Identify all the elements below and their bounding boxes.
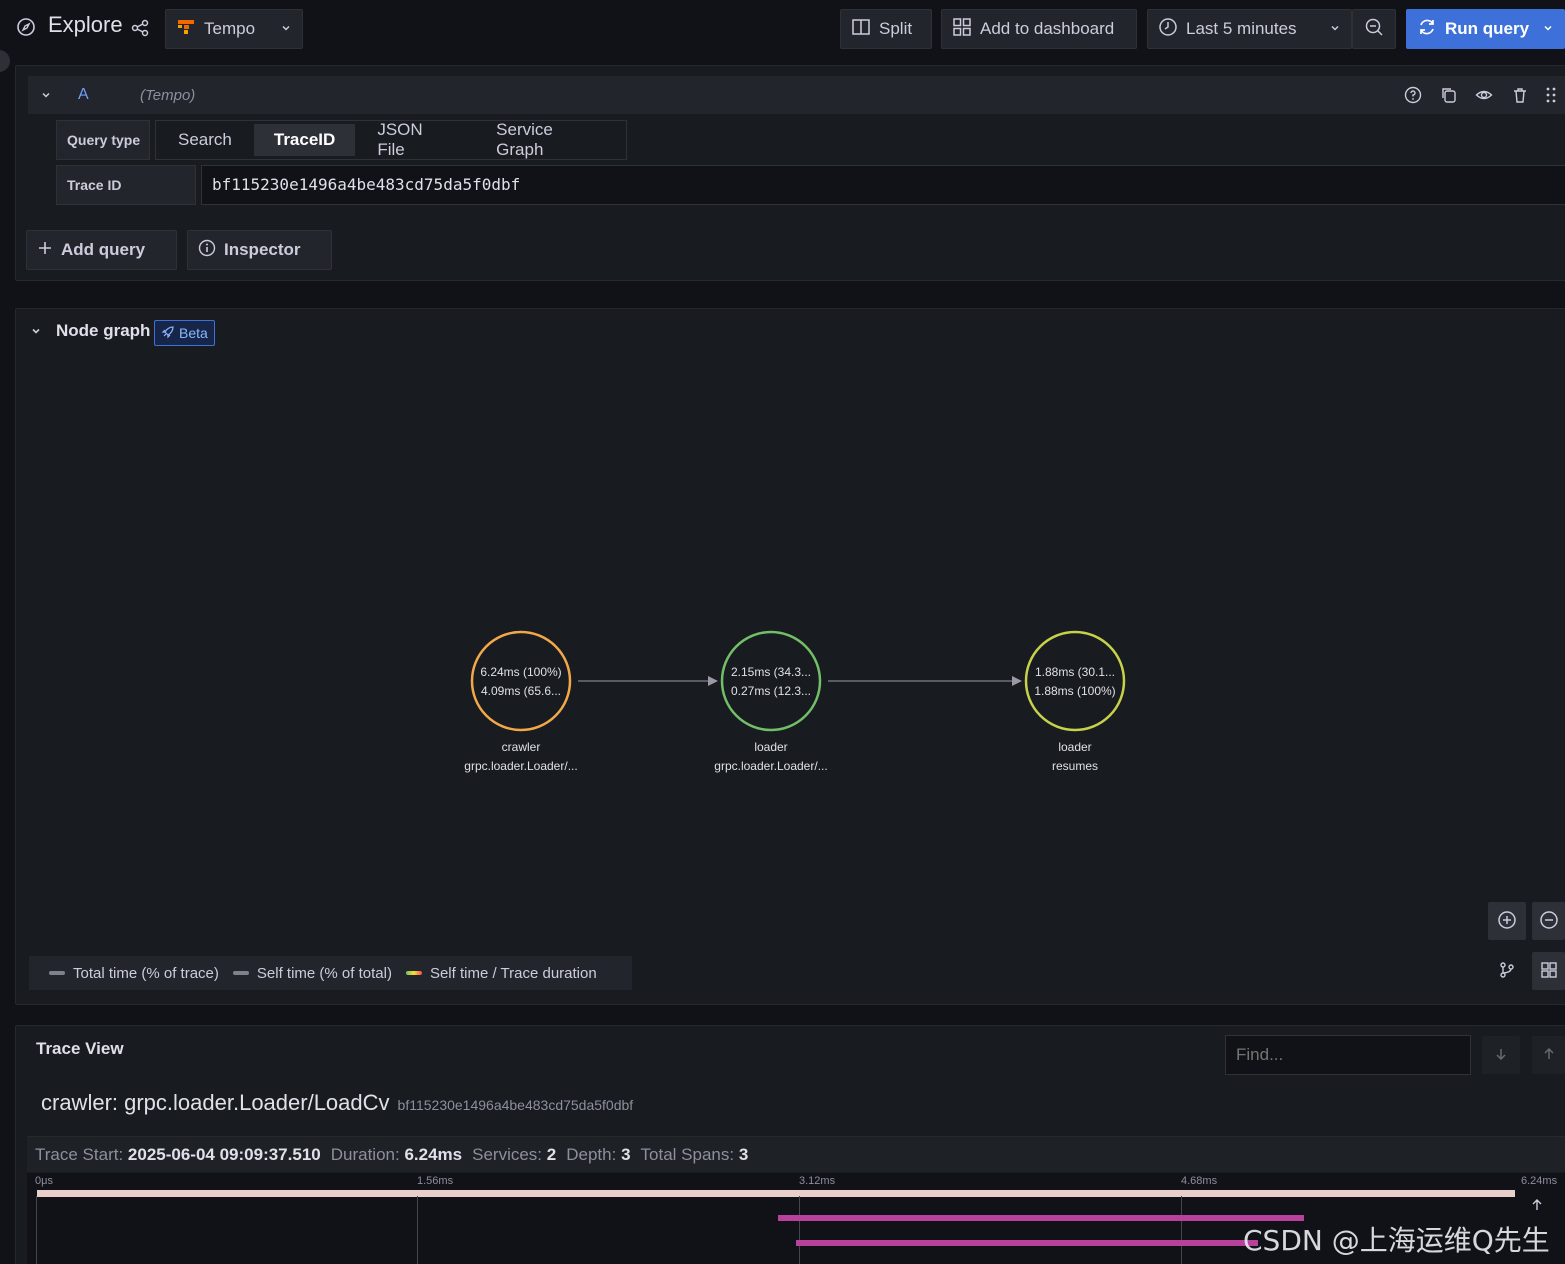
watermark: CSDN @上海运维Q先生 xyxy=(1243,1224,1550,1257)
legend-label: Total time (% of trace) xyxy=(73,964,219,982)
grid-icon xyxy=(1540,961,1558,982)
arrow-up-icon xyxy=(1542,1047,1556,1064)
legend-item-self-time-trace[interactable]: Self time / Trace duration xyxy=(405,964,597,982)
tick-label: 3.12ms xyxy=(799,1175,836,1187)
span-bar-root[interactable] xyxy=(37,1190,1515,1197)
code-branch-icon xyxy=(1498,961,1516,982)
layout-graph-button[interactable] xyxy=(1488,952,1526,990)
span-bar-resumes[interactable] xyxy=(796,1240,1258,1246)
tick-label: 6.24ms xyxy=(1521,1175,1558,1187)
tick-label: 0μs xyxy=(35,1175,53,1187)
zoom-in-button[interactable] xyxy=(1488,902,1526,940)
legend-label: Self time (% of total) xyxy=(256,964,392,982)
node-graph-legend: Total time (% of trace) Self time (% of … xyxy=(29,956,632,990)
zoom-out-button[interactable] xyxy=(1532,902,1565,940)
tick-label: 4.68ms xyxy=(1181,1175,1218,1187)
timeline-gridline xyxy=(1181,1196,1182,1264)
legend-label: Self time / Trace duration xyxy=(429,964,597,982)
arrow-up-icon[interactable] xyxy=(1530,1198,1544,1215)
node-subtitle: grpc.loader.Loader/... xyxy=(714,759,827,773)
node-total-time: 2.15ms (34.3... xyxy=(731,665,811,679)
trace-header: crawler: grpc.loader.Loader/LoadCv bf115… xyxy=(41,1090,633,1116)
timeline-gridline xyxy=(36,1196,37,1264)
legend-item-self-time[interactable]: Self time (% of total) xyxy=(232,964,392,982)
node-crawler[interactable]: 6.24ms (100%) 4.09ms (65.6... crawler gr… xyxy=(464,630,578,773)
node-self-time: 0.27ms (12.3... xyxy=(731,684,811,698)
trace-view-title: Trace View xyxy=(36,1039,124,1058)
node-loader-resumes[interactable]: 1.88ms (30.1... 1.88ms (100%) loader res… xyxy=(1024,630,1126,773)
legend-swatch xyxy=(49,971,65,975)
timeline-gridline xyxy=(799,1196,800,1264)
legend-item-total-time[interactable]: Total time (% of trace) xyxy=(49,965,219,982)
meta-depth: Depth: 3 xyxy=(566,1144,631,1164)
layout-grid-button[interactable] xyxy=(1532,952,1565,990)
legend-swatch xyxy=(405,971,422,975)
node-self-time: 4.09ms (65.6... xyxy=(481,684,561,698)
find-next-button[interactable] xyxy=(1482,1036,1520,1074)
plus-circle-icon xyxy=(1497,910,1517,933)
arrow-down-icon xyxy=(1494,1047,1508,1064)
timeline-gridline xyxy=(417,1196,418,1264)
meta-duration: Duration: 6.24ms xyxy=(330,1144,463,1164)
node-title: loader xyxy=(1058,740,1091,754)
node-loader[interactable]: 2.15ms (34.3... 0.27ms (12.3... loader g… xyxy=(714,630,828,773)
find-prev-button[interactable] xyxy=(1532,1036,1565,1074)
minus-circle-icon xyxy=(1539,910,1559,933)
node-subtitle: grpc.loader.Loader/... xyxy=(464,759,577,773)
trace-name: crawler: grpc.loader.Loader/LoadCv xyxy=(41,1090,390,1115)
legend-swatch xyxy=(232,971,249,975)
meta-trace-start: Trace Start: 2025-06-04 09:09:37.510 xyxy=(35,1144,321,1164)
node-total-time: 6.24ms (100%) xyxy=(480,665,561,679)
trace-metadata-bar: Trace Start: 2025-06-04 09:09:37.510 Dur… xyxy=(27,1136,1565,1172)
node-self-time: 1.88ms (100%) xyxy=(1034,684,1115,698)
node-title: loader xyxy=(754,740,787,754)
meta-total-spans: Total Spans: 3 xyxy=(640,1144,749,1164)
trace-find-input[interactable] xyxy=(1225,1035,1471,1075)
node-title: crawler xyxy=(502,740,541,754)
meta-services: Services: 2 xyxy=(472,1144,557,1164)
trace-id: bf115230e1496a4be483cd75da5f0dbf xyxy=(397,1097,634,1113)
span-bar-loader[interactable] xyxy=(778,1215,1304,1221)
tick-label: 1.56ms xyxy=(417,1175,454,1187)
node-subtitle: resumes xyxy=(1052,759,1098,773)
node-total-time: 1.88ms (30.1... xyxy=(1035,665,1115,679)
